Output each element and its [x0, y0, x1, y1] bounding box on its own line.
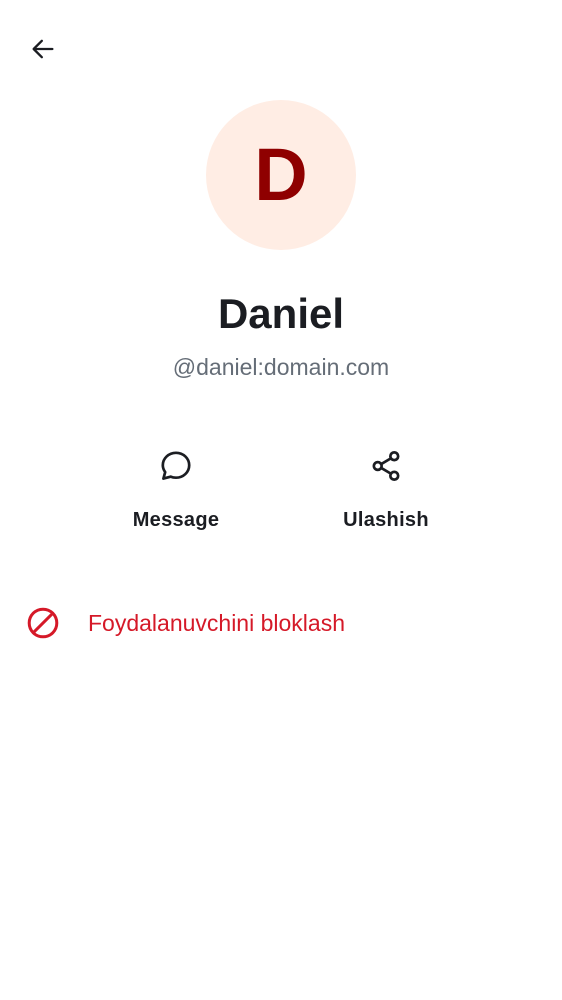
- message-button[interactable]: Message: [96, 440, 256, 532]
- share-icon: [362, 442, 410, 490]
- share-button[interactable]: Ulashish: [306, 440, 466, 532]
- message-label: Message: [132, 509, 220, 531]
- share-label: Ulashish: [343, 509, 429, 531]
- chat-bubble-icon: [152, 442, 200, 490]
- block-user-label: Foydalanuvchini bloklash: [88, 610, 345, 636]
- block-icon: [24, 604, 62, 642]
- avatar[interactable]: D: [206, 100, 356, 250]
- display-name: Daniel: [217, 290, 345, 337]
- avatar-initial: D: [254, 133, 308, 216]
- block-user-button[interactable]: Foydalanuvchini bloklash: [0, 592, 562, 652]
- user-id: @daniel:domain.com: [172, 354, 390, 380]
- arrow-left-icon: [29, 35, 57, 68]
- back-button[interactable]: [20, 28, 66, 74]
